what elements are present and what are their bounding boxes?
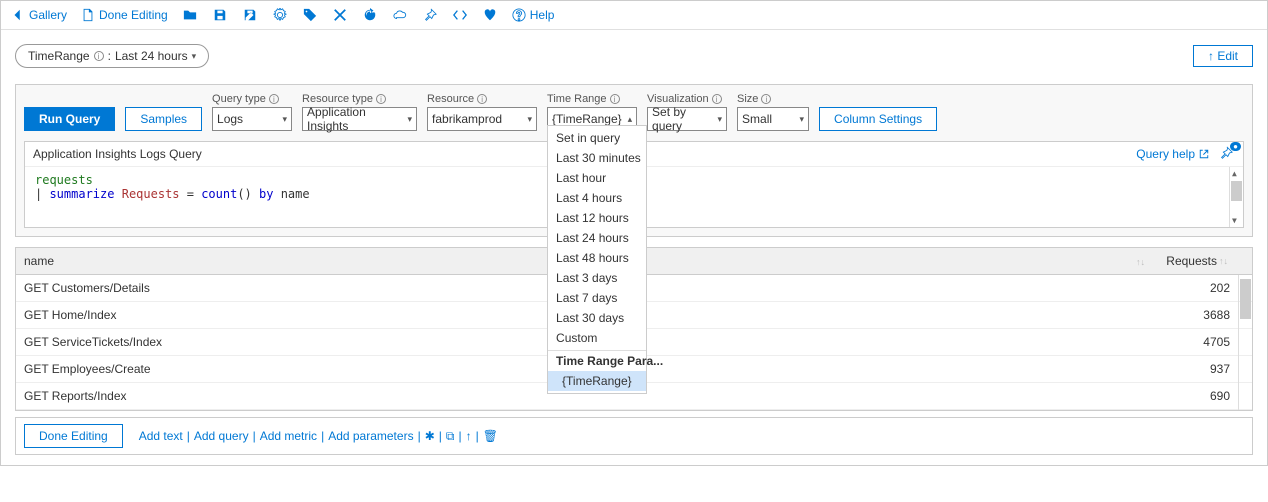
resource-type-label: Resource typei <box>302 93 417 105</box>
editor-scrollbar[interactable] <box>1229 167 1243 227</box>
time-range-option[interactable]: Last 48 hours <box>548 248 646 268</box>
query-help-link[interactable]: Query help <box>1136 147 1209 161</box>
query-title: Application Insights Logs Query <box>33 147 202 161</box>
add-parameters-link[interactable]: Add parameters <box>328 429 413 443</box>
time-pill-sep: : <box>108 49 111 63</box>
save-icon[interactable] <box>212 7 228 23</box>
time-range-option[interactable]: Last 12 hours <box>548 208 646 228</box>
gallery-link[interactable]: Gallery <box>11 8 67 22</box>
done-editing-link[interactable]: Done Editing <box>81 8 168 22</box>
gear-small-icon[interactable]: ✱ <box>425 429 435 443</box>
time-range-option[interactable]: Last hour <box>548 168 646 188</box>
edit-button[interactable]: ↑ Edit <box>1193 45 1253 67</box>
cell-requests: 202 <box>1148 275 1238 301</box>
time-range-label: Time Rangei <box>547 93 637 105</box>
parameter-row: TimeRange i : Last 24 hours ▾ ↑ Edit <box>1 30 1267 76</box>
cell-requests: 937 <box>1148 356 1238 382</box>
add-text-link[interactable]: Add text <box>139 429 183 443</box>
delete-icon[interactable]: 🗑 <box>483 429 498 443</box>
help-icon <box>512 8 526 22</box>
time-range-menu: Set in queryLast 30 minutesLast hourLast… <box>547 125 647 394</box>
time-range-option[interactable]: Last 3 days <box>548 268 646 288</box>
resource-label: Resourcei <box>427 93 537 105</box>
help-label: Help <box>530 8 555 22</box>
pin-badge: ● <box>1230 142 1241 151</box>
query-controls: Run Query Samples Query typei Logs▾ Reso… <box>24 93 1244 131</box>
copy-icon[interactable]: ⧉ <box>446 429 455 444</box>
tag-icon[interactable] <box>302 7 318 23</box>
add-query-link[interactable]: Add query <box>194 429 249 443</box>
time-range-option[interactable]: Custom <box>548 328 646 348</box>
info-icon: i <box>94 51 104 61</box>
time-pill-value: Last 24 hours <box>115 49 188 63</box>
document-icon <box>81 8 95 22</box>
run-query-button[interactable]: Run Query <box>24 107 115 131</box>
help-link[interactable]: Help <box>512 8 555 22</box>
done-editing-button[interactable]: Done Editing <box>24 424 123 448</box>
heart-icon[interactable] <box>482 7 498 23</box>
query-type-label: Query typei <box>212 93 292 105</box>
time-range-option[interactable]: Last 30 days <box>548 308 646 328</box>
samples-button[interactable]: Samples <box>125 107 202 131</box>
folder-icon[interactable] <box>182 7 198 23</box>
time-pill-prefix: TimeRange <box>28 49 90 63</box>
size-label: Sizei <box>737 93 809 105</box>
resource-type-dropdown[interactable]: Application Insights▾ <box>302 107 417 131</box>
arrow-left-icon <box>11 8 25 22</box>
cell-requests: 690 <box>1148 383 1238 409</box>
time-range-option[interactable]: Last 24 hours <box>548 228 646 248</box>
footer-actions: Done Editing Add text | Add query | Add … <box>15 417 1253 455</box>
gallery-label: Gallery <box>29 8 67 22</box>
pin-query-icon[interactable]: ● <box>1219 146 1235 162</box>
visualization-dropdown[interactable]: Set by query▾ <box>647 107 727 131</box>
save-as-icon[interactable] <box>242 7 258 23</box>
visualization-label: Visualizationi <box>647 93 727 105</box>
sort-icon[interactable]: ↑↓ <box>1136 257 1147 267</box>
close-x-icon[interactable] <box>332 7 348 23</box>
time-range-param-header: Time Range Para... <box>548 350 646 371</box>
cell-requests: 4705 <box>1148 329 1238 355</box>
add-metric-link[interactable]: Add metric <box>260 429 317 443</box>
chevron-down-icon: ▾ <box>192 51 197 62</box>
code-icon[interactable] <box>452 7 468 23</box>
refresh-icon[interactable] <box>362 7 378 23</box>
pin-icon[interactable] <box>422 7 438 23</box>
top-toolbar: Gallery Done Editing Help <box>1 1 1267 30</box>
cell-requests: 3688 <box>1148 302 1238 328</box>
query-type-dropdown[interactable]: Logs▾ <box>212 107 292 131</box>
done-editing-label: Done Editing <box>99 8 168 22</box>
time-range-pill[interactable]: TimeRange i : Last 24 hours ▾ <box>15 44 209 68</box>
time-range-option[interactable]: Last 4 hours <box>548 188 646 208</box>
time-range-option[interactable]: Last 30 minutes <box>548 148 646 168</box>
time-range-option[interactable]: Set in query <box>548 128 646 148</box>
cloud-icon[interactable] <box>392 7 408 23</box>
table-scrollbar[interactable] <box>1238 275 1252 410</box>
time-range-option[interactable]: Last 7 days <box>548 288 646 308</box>
external-link-icon <box>1199 149 1209 159</box>
column-settings-button[interactable]: Column Settings <box>819 107 937 131</box>
resource-dropdown[interactable]: fabrikamprod▾ <box>427 107 537 131</box>
column-requests[interactable]: Requests↑↓ <box>1148 248 1238 274</box>
move-up-icon[interactable]: ↑ <box>466 429 472 443</box>
time-range-option-selected[interactable]: {TimeRange} <box>548 371 646 391</box>
query-panel: Run Query Samples Query typei Logs▾ Reso… <box>15 84 1253 237</box>
settings-gear-icon[interactable] <box>272 7 288 23</box>
size-dropdown[interactable]: Small▾ <box>737 107 809 131</box>
